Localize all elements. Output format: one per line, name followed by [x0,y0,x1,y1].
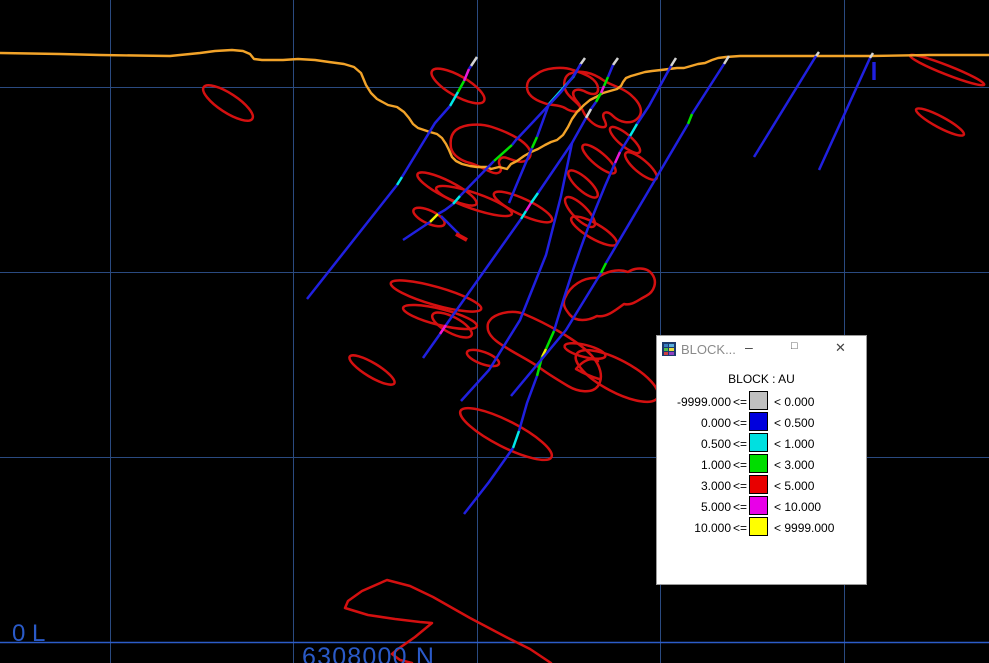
svg-text:0 L: 0 L [12,620,45,647]
svg-text:6308000 N: 6308000 N [302,643,435,663]
